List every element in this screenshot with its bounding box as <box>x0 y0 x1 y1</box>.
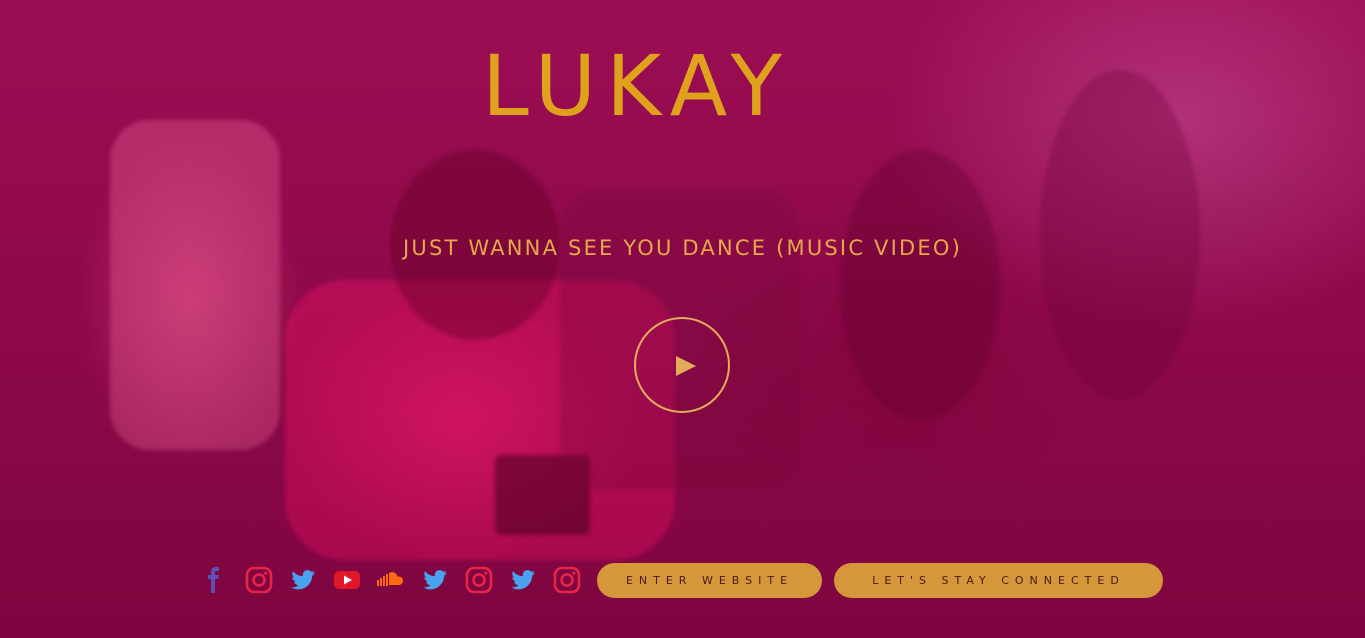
play-button[interactable] <box>634 317 730 413</box>
soundcloud-icon[interactable] <box>376 566 404 594</box>
youtube-icon[interactable] <box>333 566 361 594</box>
stay-connected-button[interactable]: Let's Stay Connected <box>834 563 1163 598</box>
twitter-icon[interactable] <box>421 566 449 594</box>
enter-website-button[interactable]: Enter Website <box>597 563 822 598</box>
twitter-icon[interactable] <box>509 566 537 594</box>
instagram-icon[interactable] <box>465 566 493 594</box>
facebook-icon[interactable] <box>200 566 228 594</box>
play-icon <box>676 356 696 376</box>
video-title: Just Wanna See You Dance (Music Video) <box>403 236 962 260</box>
instagram-icon[interactable] <box>245 566 273 594</box>
instagram-icon[interactable] <box>553 566 581 594</box>
site-logo[interactable]: LUKAY <box>482 44 884 128</box>
twitter-icon[interactable] <box>289 566 317 594</box>
